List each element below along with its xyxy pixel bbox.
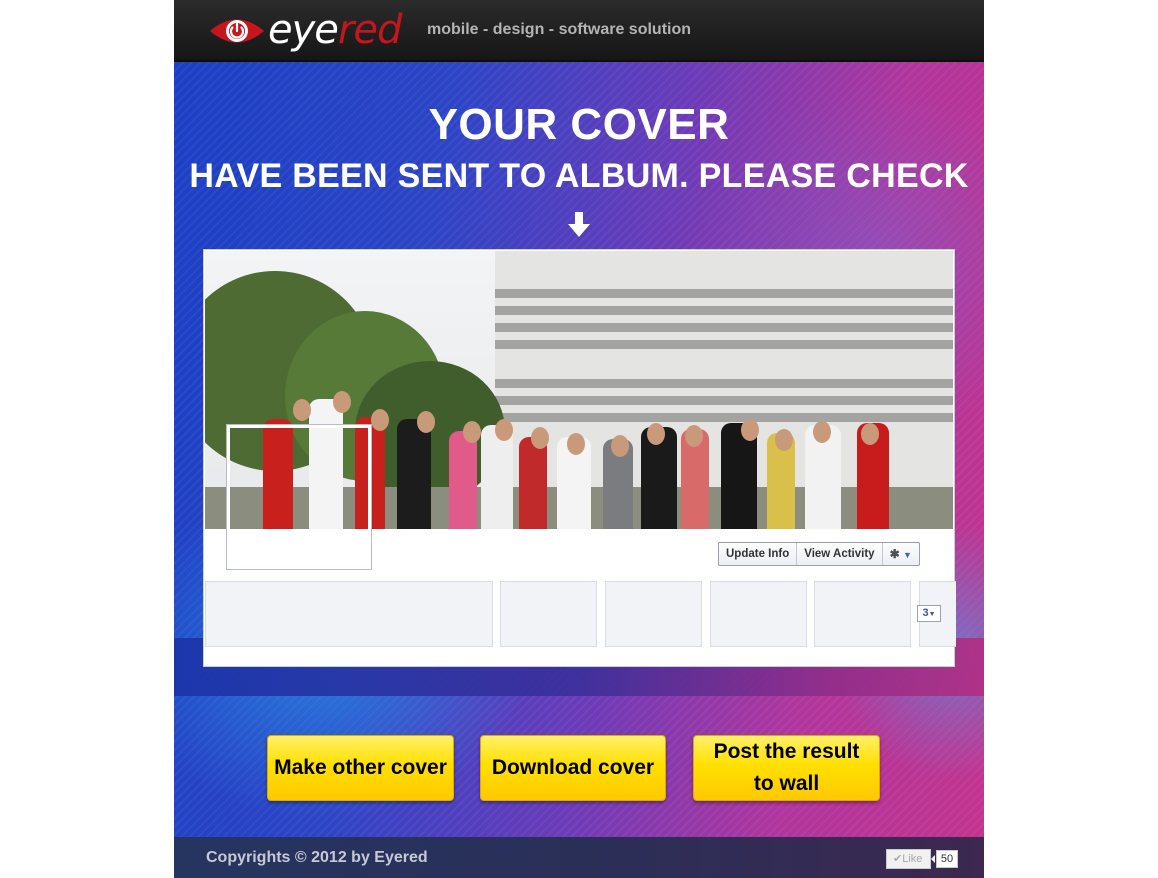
power-eye-icon [210,19,264,43]
settings-dropdown[interactable]: ✱ ▼ [883,543,919,565]
gear-icon: ✱ [889,547,900,561]
app-thumb[interactable] [814,581,911,647]
app-thumb[interactable] [500,581,597,647]
check-icon: ✔ [893,853,903,865]
profile-actions: Update Info View Activity ✱ ▼ [718,542,920,566]
tagline: mobile - design - software solution [427,21,692,38]
eyered-logo[interactable]: eyered [208,7,412,54]
hero-subtitle: HAVE BEEN SENT TO ALBUM. PLEASE CHECK [189,157,969,195]
cover-preview: Update Info View Activity ✱ ▼ 3▼ [203,249,956,667]
app-thumb[interactable] [710,581,807,647]
logo-wordmark: eyered [268,7,402,53]
update-info-button[interactable]: Update Info [719,543,798,565]
page-frame: eyered mobile - design - software soluti… [174,0,984,878]
download-cover-button[interactable]: Download cover [480,735,666,801]
site-header: eyered mobile - design - software soluti… [174,0,984,62]
copyright-text: Copyrights © 2012 by Eyered [206,849,428,866]
post-to-wall-button[interactable]: Post the result to wall [693,735,880,801]
more-apps-dropdown[interactable]: 3▼ [917,605,941,622]
hero-title: YOUR COVER [428,100,730,149]
view-activity-button[interactable]: View Activity [797,543,883,565]
make-other-cover-button[interactable]: Make other cover [267,735,454,801]
arrow-down-icon [568,212,590,237]
app-thumb[interactable] [605,581,702,647]
profile-picture-frame[interactable] [227,425,371,569]
like-count: 50 [931,850,958,868]
like-button[interactable]: ✔Like [886,849,931,869]
about-box[interactable] [205,581,493,647]
chevron-down-icon: ▼ [902,550,912,560]
site-footer: Copyrights © 2012 by Eyered ✔Like 50 [174,837,984,878]
